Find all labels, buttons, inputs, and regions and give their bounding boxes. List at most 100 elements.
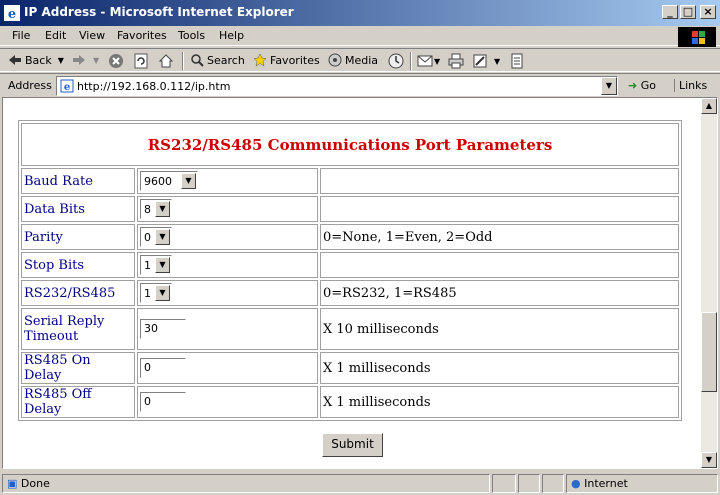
menu-file[interactable]: File <box>12 29 30 42</box>
parity-select[interactable]: 0 ▼ <box>140 227 172 247</box>
row-label: Stop Bits <box>21 252 135 278</box>
windows-logo-icon <box>678 27 716 47</box>
refresh-icon[interactable] <box>133 53 149 69</box>
zone-text: Internet <box>584 477 628 490</box>
history-icon[interactable] <box>388 53 404 69</box>
media-icon <box>328 53 342 67</box>
mail-dropdown-icon[interactable]: ▼ <box>434 57 440 66</box>
row-description: X 10 milliseconds <box>320 308 679 350</box>
row-label: Baud Rate <box>21 168 135 194</box>
table-row: Parity 0 ▼ 0=None, 1=Even, 2=Odd <box>21 224 679 250</box>
go-button[interactable]: ➜ Go <box>628 79 656 92</box>
internet-globe-icon: ● <box>571 477 581 490</box>
dropdown-arrow-icon[interactable]: ▼ <box>155 201 170 217</box>
media-label: Media <box>345 53 379 67</box>
status-pane <box>542 474 564 493</box>
favorites-button[interactable]: Favorites <box>253 53 320 67</box>
menu-bar: File Edit View Favorites Tools Help <box>0 26 720 47</box>
dropdown-arrow-icon[interactable]: ▼ <box>181 173 196 189</box>
ie-logo-icon: e <box>4 5 20 21</box>
edit-icon[interactable] <box>472 53 488 69</box>
stop-icon[interactable] <box>108 53 124 69</box>
media-button[interactable]: Media <box>328 53 378 67</box>
svg-text:e: e <box>64 82 70 93</box>
row-description <box>320 168 679 194</box>
toolbar-separator <box>410 52 412 70</box>
go-arrow-icon: ➜ <box>628 79 638 92</box>
vertical-scrollbar[interactable]: ▲ ▼ <box>701 98 717 468</box>
status-pane <box>518 474 540 493</box>
table-row: Data Bits 8 ▼ <box>21 196 679 222</box>
status-bar: ▣ Done ● Internet <box>0 472 720 495</box>
menu-tools[interactable]: Tools <box>178 29 205 42</box>
address-label: Address <box>8 79 52 92</box>
home-icon[interactable] <box>158 53 174 69</box>
discuss-icon[interactable] <box>509 53 525 69</box>
select-value: 1 <box>144 287 151 300</box>
scroll-thumb[interactable] <box>701 312 717 392</box>
rs485-on-delay-input[interactable]: 0 <box>140 358 186 378</box>
mail-icon[interactable] <box>417 53 433 69</box>
forward-dropdown-icon[interactable]: ▼ <box>93 56 99 65</box>
search-icon <box>191 54 204 67</box>
submit-button[interactable]: Submit <box>322 433 383 457</box>
status-pane <box>492 474 516 493</box>
address-url: http://192.168.0.112/ip.htm <box>77 80 231 93</box>
stop-bits-select[interactable]: 1 ▼ <box>140 255 172 275</box>
menu-edit[interactable]: Edit <box>45 29 66 42</box>
search-label: Search <box>207 53 245 67</box>
page-content: RS232/RS485 Communications Port Paramete… <box>2 97 718 469</box>
rs485-off-delay-input[interactable]: 0 <box>140 392 186 412</box>
row-description: X 1 milliseconds <box>320 352 679 384</box>
row-label: RS485 Off Delay <box>21 386 135 418</box>
address-dropdown-icon[interactable]: ▼ <box>601 77 617 95</box>
status-text: Done <box>20 477 50 490</box>
back-dropdown-icon[interactable]: ▼ <box>58 56 64 65</box>
row-description <box>320 196 679 222</box>
select-value: 8 <box>144 203 151 216</box>
print-icon[interactable] <box>448 53 464 69</box>
row-label: Serial Reply Timeout <box>21 308 135 350</box>
page-title: RS232/RS485 Communications Port Paramete… <box>21 123 679 166</box>
edit-dropdown-icon[interactable]: ▼ <box>494 57 500 66</box>
row-label: Parity <box>21 224 135 250</box>
table-row: RS232/RS485 1 ▼ 0=RS232, 1=RS485 <box>21 280 679 306</box>
window-title: IP Address - Microsoft Internet Explorer <box>24 5 294 19</box>
row-description: 0=None, 1=Even, 2=Odd <box>320 224 679 250</box>
search-button[interactable]: Search <box>190 53 245 67</box>
title-bar: e IP Address - Microsoft Internet Explor… <box>0 0 720 26</box>
table-row: Baud Rate 9600 ▼ <box>21 168 679 194</box>
select-value: 0 <box>144 231 151 244</box>
close-button[interactable]: × <box>700 5 716 19</box>
status-text-pane: ▣ Done <box>2 474 490 493</box>
back-arrow-icon <box>9 55 21 65</box>
serial-reply-timeout-input[interactable]: 30 <box>140 319 186 339</box>
data-bits-select[interactable]: 8 ▼ <box>140 199 172 219</box>
scroll-up-icon[interactable]: ▲ <box>701 98 717 114</box>
back-button[interactable]: Back ▼ <box>8 53 64 67</box>
go-label: Go <box>640 79 656 92</box>
menu-view[interactable]: View <box>79 29 105 42</box>
scroll-down-icon[interactable]: ▼ <box>701 452 717 468</box>
dropdown-arrow-icon[interactable]: ▼ <box>155 229 170 245</box>
toolbar-separator <box>182 52 184 70</box>
row-label: RS485 On Delay <box>21 352 135 384</box>
svg-text:e: e <box>8 7 16 21</box>
zone-pane: ● Internet <box>566 474 718 493</box>
parameters-table: RS232/RS485 Communications Port Paramete… <box>18 120 682 421</box>
menu-help[interactable]: Help <box>219 29 244 42</box>
minimize-button[interactable]: _ <box>662 5 678 19</box>
forward-arrow-icon <box>73 55 85 65</box>
select-value: 1 <box>144 259 151 272</box>
address-input[interactable]: e http://192.168.0.112/ip.htm ▼ <box>56 76 618 96</box>
table-row: RS485 Off Delay 0 X 1 milliseconds <box>21 386 679 418</box>
toolbar: Back ▼ ▼ Search Favorites Media ▼ ▼ <box>0 48 720 72</box>
baud-rate-select[interactable]: 9600 ▼ <box>140 171 198 191</box>
port-mode-select[interactable]: 1 ▼ <box>140 283 172 303</box>
maximize-button[interactable]: □ <box>680 5 696 19</box>
dropdown-arrow-icon[interactable]: ▼ <box>155 285 170 301</box>
dropdown-arrow-icon[interactable]: ▼ <box>155 257 170 273</box>
menu-favorites[interactable]: Favorites <box>117 29 167 42</box>
forward-button[interactable]: ▼ <box>72 53 99 67</box>
links-button[interactable]: Links <box>674 79 707 92</box>
